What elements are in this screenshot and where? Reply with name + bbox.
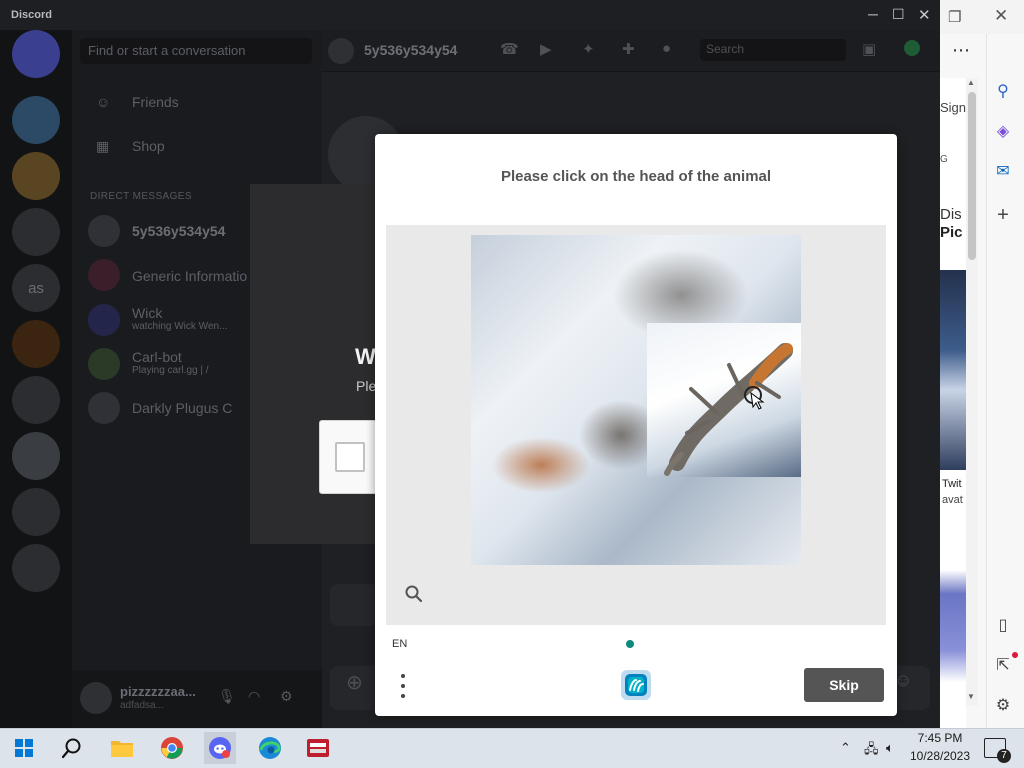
challenge-progress-dot — [626, 640, 634, 648]
pic-partial: Pic — [940, 224, 963, 241]
add-icon[interactable]: + — [992, 204, 1014, 226]
discord-home-icon[interactable] — [12, 30, 60, 78]
add-server-icon[interactable] — [12, 488, 60, 536]
filezilla-icon[interactable] — [302, 732, 334, 764]
sidebar-toggle-icon[interactable]: ▯ — [992, 614, 1014, 636]
server-icon[interactable] — [12, 376, 60, 424]
file-explorer-icon[interactable] — [106, 732, 138, 764]
avatar — [88, 259, 120, 291]
video-icon[interactable]: ▶ — [540, 40, 552, 58]
edge-artwork-image — [940, 270, 966, 470]
server-icon[interactable] — [12, 96, 60, 144]
skip-button[interactable]: Skip — [804, 668, 884, 702]
g-partial: G — [940, 154, 948, 165]
scroll-up-icon[interactable]: ▲ — [967, 78, 975, 87]
settings-icon[interactable]: ⚙ — [280, 688, 293, 705]
ava-partial: avat — [942, 494, 963, 506]
help-icon[interactable] — [904, 40, 920, 56]
user-tag: adfadsa... — [120, 700, 164, 711]
notification-dot — [1012, 652, 1018, 658]
notification-count-badge: 7 — [997, 749, 1011, 763]
dm-item-name[interactable]: Generic Informatio — [132, 268, 247, 284]
chrome-icon[interactable] — [156, 732, 188, 764]
edge-scroll-thumb[interactable] — [968, 92, 976, 260]
conversation-search[interactable]: Find or start a conversation — [80, 38, 312, 64]
server-icon[interactable] — [12, 208, 60, 256]
dm-item-name[interactable]: 5y536y534y54 — [132, 223, 225, 239]
edge-restore-icon[interactable]: ❐ — [948, 8, 961, 26]
server-icon[interactable] — [12, 152, 60, 200]
add-friend-icon[interactable]: ✚ — [622, 40, 635, 58]
direct-messages-header: DIRECT MESSAGES — [90, 191, 192, 202]
server-icon[interactable]: as — [12, 264, 60, 312]
search-icon[interactable] — [56, 732, 88, 764]
edge-icon[interactable] — [254, 732, 286, 764]
taskbar-date[interactable]: 10/28/2023 — [906, 749, 974, 763]
discord-icon[interactable] — [204, 732, 236, 764]
dis-partial: Dis — [940, 206, 962, 223]
external-link-icon[interactable]: ⇱ — [992, 654, 1014, 676]
dm-item-status: watching Wick Wen... — [132, 321, 228, 332]
discord-title-bar — [0, 0, 940, 30]
search-icon[interactable]: ⚲ — [992, 80, 1014, 102]
add-attachment-icon[interactable]: ⊕ — [346, 670, 363, 695]
shop-link[interactable]: Shop — [132, 138, 165, 154]
friends-icon: ☺ — [96, 94, 111, 110]
maximize-icon[interactable]: ☐ — [892, 6, 905, 23]
dm-item-name[interactable]: Darkly Plugus C — [132, 400, 232, 416]
captcha-checkbox[interactable] — [335, 442, 365, 472]
lizard-illustration — [664, 343, 793, 476]
avatar — [88, 215, 120, 247]
captcha-menu-icon[interactable] — [395, 672, 411, 700]
taskbar-time[interactable]: 7:45 PM — [906, 731, 974, 745]
volume-muted-icon[interactable]: 🔈︎ — [886, 740, 894, 756]
scroll-down-icon[interactable]: ▼ — [967, 692, 975, 701]
microphone-icon[interactable]: 🎙︎ — [218, 688, 236, 705]
server-icon[interactable] — [12, 432, 60, 480]
minimize-icon[interactable]: ─ — [868, 6, 878, 22]
chat-search-input[interactable]: Search — [700, 39, 846, 61]
close-icon[interactable]: ✕ — [918, 6, 931, 24]
sign-in-partial[interactable]: Sign — [940, 100, 966, 115]
twit-partial: Twit — [942, 478, 962, 490]
hcaptcha-logo-icon[interactable] — [619, 668, 653, 702]
call-icon[interactable]: ☎ — [500, 40, 519, 58]
office-icon[interactable]: ◈ — [992, 120, 1014, 142]
server-icon[interactable] — [12, 320, 60, 368]
outlook-icon[interactable]: ✉ — [992, 160, 1014, 182]
user-name: pizzzzzzaa... — [120, 684, 196, 699]
avatar — [88, 348, 120, 380]
dm-item-status: Playing carl.gg | / — [132, 365, 209, 376]
captcha-prompt: Please click on the head of the animal — [500, 168, 772, 185]
dm-item-name[interactable]: Wick — [132, 305, 162, 321]
start-icon[interactable] — [8, 732, 40, 764]
zoom-search-icon[interactable] — [404, 584, 424, 604]
pin-icon[interactable]: ✦ — [582, 40, 595, 58]
channel-name: 5y536y534y54 — [364, 42, 458, 58]
language-selector[interactable]: EN — [392, 638, 407, 650]
profile-icon[interactable]: ● — [662, 40, 671, 57]
avatar[interactable] — [80, 682, 112, 714]
edge-close-icon[interactable]: ✕ — [994, 6, 1008, 26]
avatar — [88, 304, 120, 336]
avatar — [328, 38, 354, 64]
headphones-icon[interactable]: ◠ — [248, 688, 260, 705]
attachment-bar — [330, 584, 378, 626]
modal-title: W — [355, 344, 376, 369]
avatar — [88, 392, 120, 424]
friends-link[interactable]: Friends — [132, 94, 179, 110]
inbox-icon[interactable]: ▣ — [862, 40, 876, 58]
edge-artwork-image-2 — [940, 522, 966, 682]
shop-icon: ▦ — [96, 138, 110, 154]
dm-item-name[interactable]: Carl-bot — [132, 349, 182, 365]
network-icon[interactable]: 🖧︎ — [864, 740, 879, 762]
zoomed-animal-image[interactable] — [647, 323, 801, 477]
modal-subtitle: Ple — [356, 378, 377, 394]
explore-servers-icon[interactable] — [12, 544, 60, 592]
edge-more-menu-icon[interactable]: ⋯ — [952, 40, 970, 61]
settings-icon[interactable]: ⚙ — [992, 694, 1014, 716]
show-hidden-icons-icon[interactable]: ⌃ — [840, 740, 851, 756]
discord-app-title: Discord — [11, 9, 52, 21]
